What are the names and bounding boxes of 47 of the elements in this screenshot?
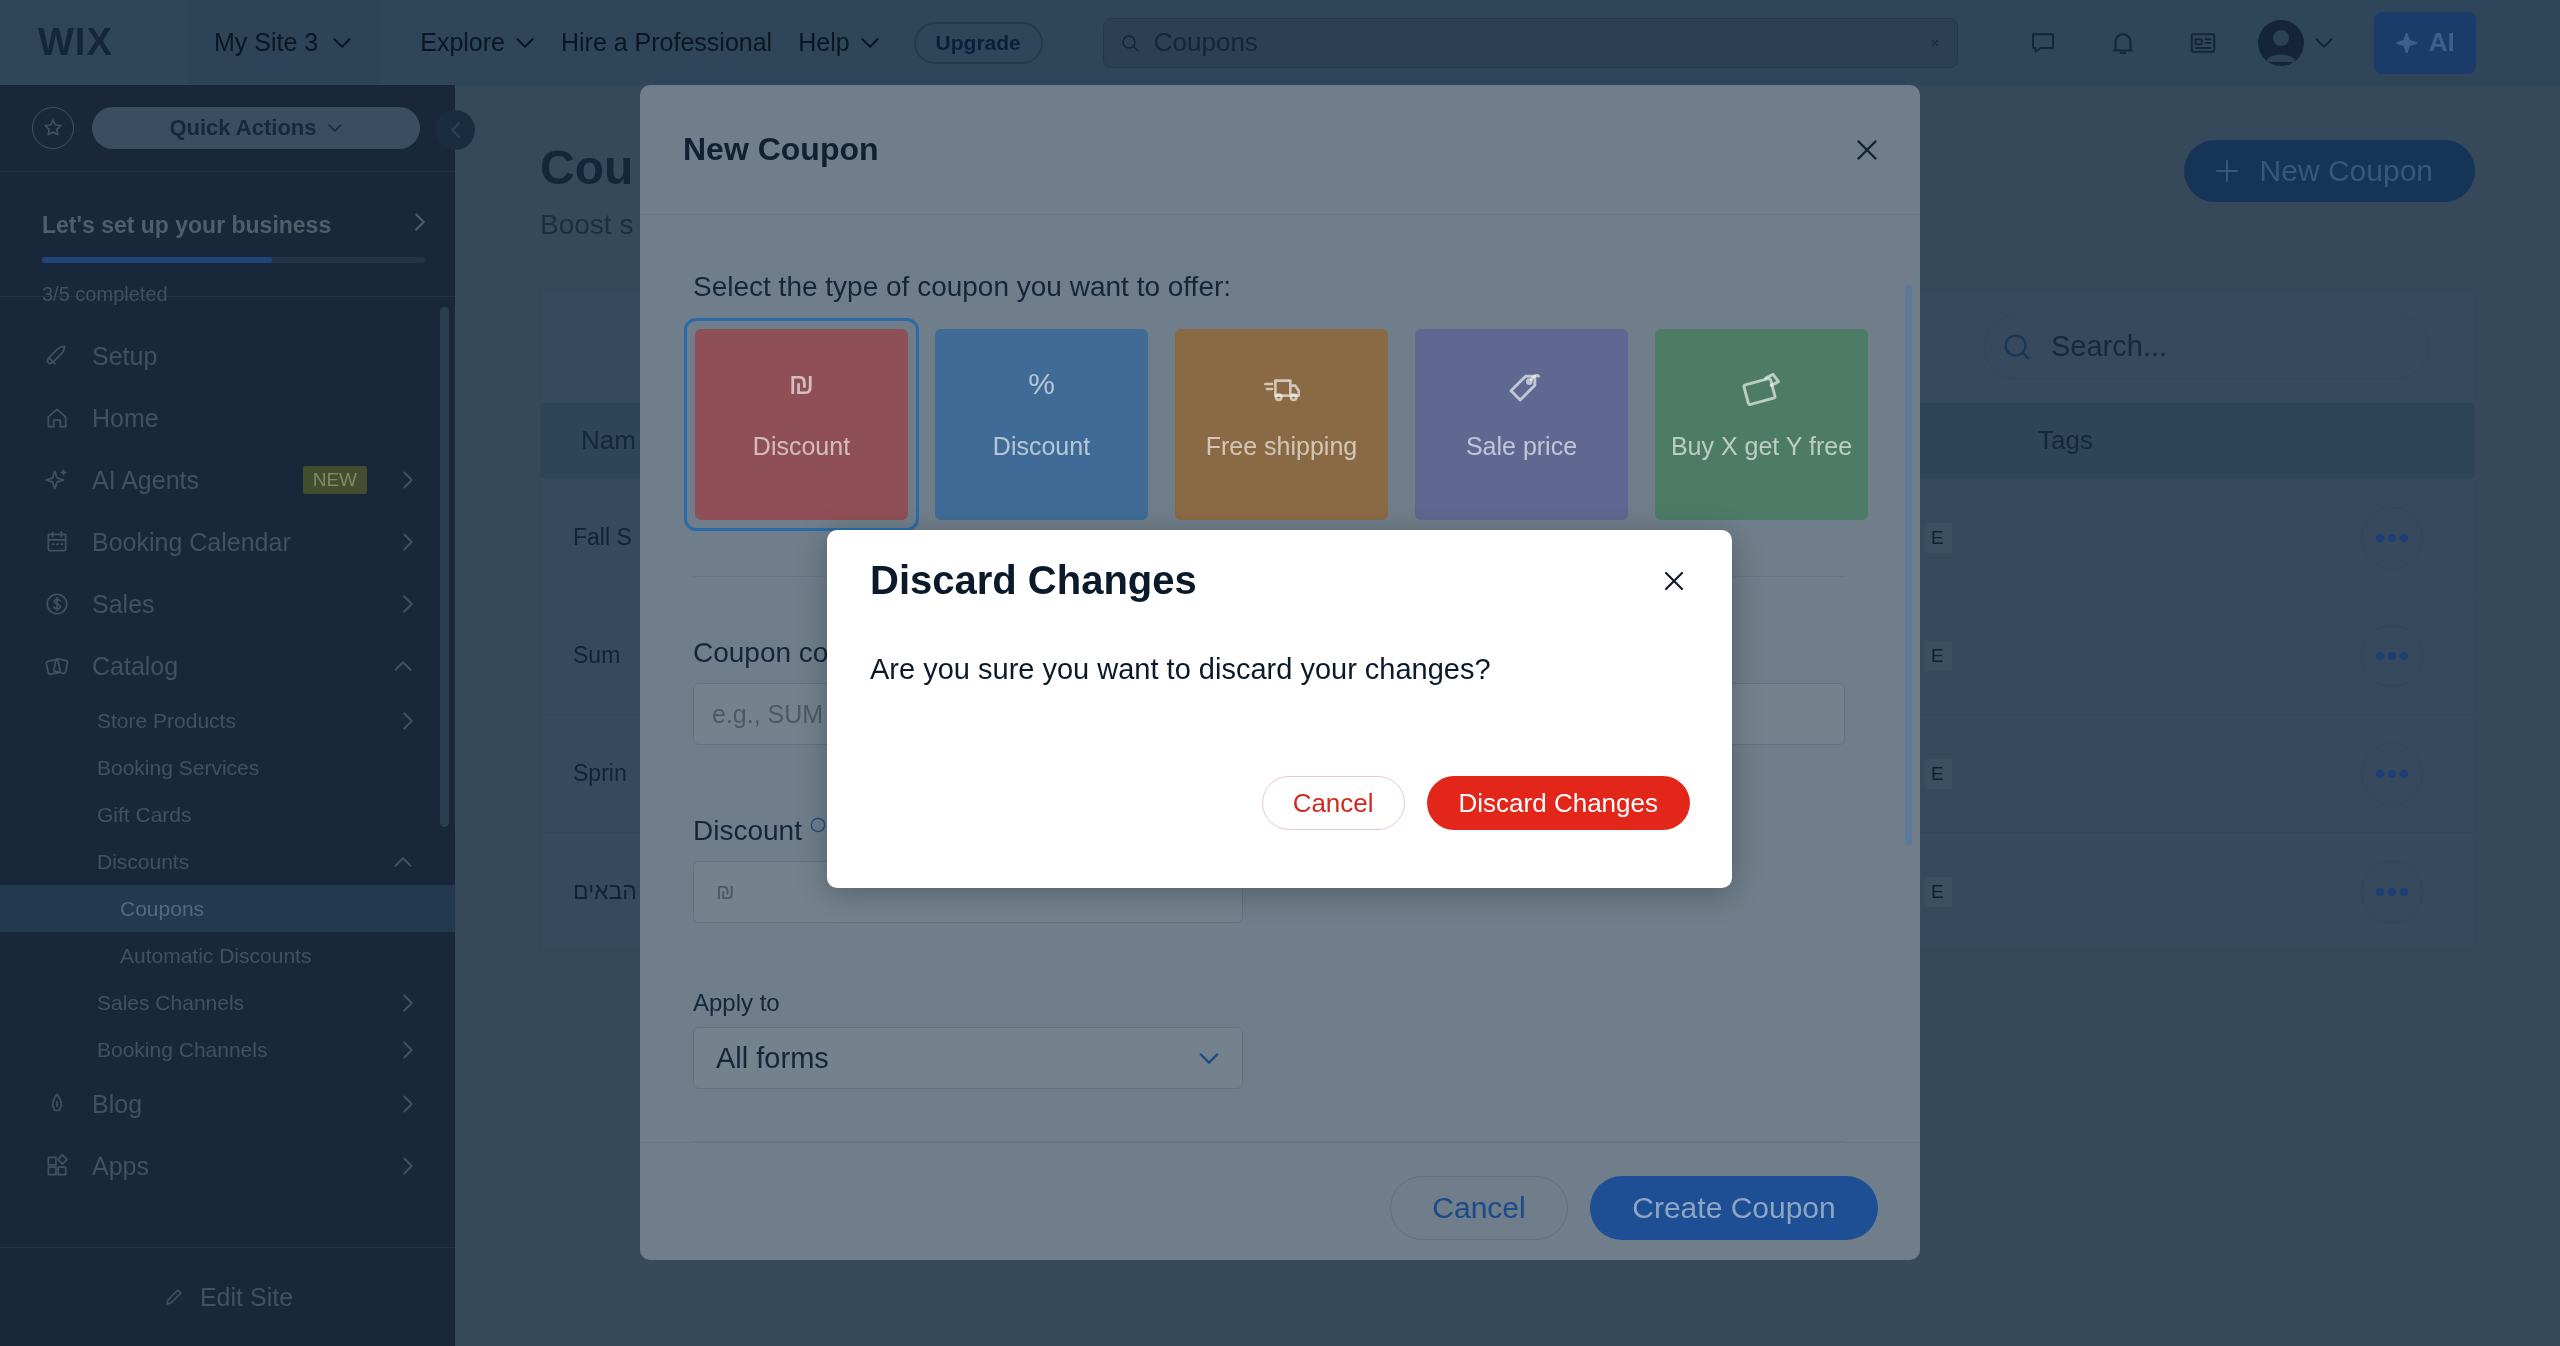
calendar-icon (44, 529, 70, 555)
new-badge: NEW (302, 466, 367, 494)
modal-title: New Coupon (683, 131, 879, 168)
more-icon (2376, 887, 2408, 896)
more-icon (2376, 533, 2408, 542)
chevron-right-icon (403, 532, 413, 552)
coupon-type-card: % Discount (935, 329, 1148, 520)
coupon-type-card: Free shipping (1175, 329, 1388, 520)
field-label: Apply to (693, 989, 780, 1017)
dollar-icon (44, 591, 70, 617)
chevron-right-icon (403, 710, 413, 731)
chevron-right-icon (403, 992, 413, 1013)
coupon-type-option[interactable]: % Discount (924, 318, 1159, 531)
more-icon (2376, 651, 2408, 660)
apply-to-dropdown[interactable]: All forms (693, 1027, 1243, 1089)
chevron-right-icon (403, 1094, 413, 1114)
chevron-down-icon (332, 37, 353, 48)
chevron-down-icon (859, 37, 880, 48)
coupon-type-card: Sale price (1415, 329, 1628, 520)
chevron-right-icon (403, 1156, 413, 1176)
chevron-down-icon (514, 37, 535, 48)
create-coupon-button[interactable]: Create Coupon (1590, 1176, 1878, 1240)
chevron-down-icon (1198, 1052, 1220, 1064)
coupon-type-option[interactable]: Buy X get Y free (1644, 318, 1879, 531)
chevron-down-icon (2313, 37, 2334, 48)
coupon-type-card: Buy X get Y free (1655, 329, 1868, 520)
chevron-right-icon (403, 594, 413, 614)
chevron-up-icon (393, 856, 413, 867)
chevron-right-icon (403, 1039, 413, 1060)
collapse-button[interactable] (435, 110, 475, 150)
cancel-button[interactable]: Cancel (1261, 776, 1405, 830)
field-label: Coupon co (693, 637, 829, 669)
more-icon (2376, 769, 2408, 778)
chevron-up-icon (393, 661, 413, 671)
chevron-right-icon (415, 212, 425, 232)
coupon-type-option[interactable]: Free shipping (1164, 318, 1399, 531)
dialog-message: Are you sure you want to discard your changes? (870, 653, 1492, 686)
field-label: Discount (693, 815, 802, 847)
apps-icon (44, 1153, 70, 1179)
chevron-down-icon (326, 124, 343, 132)
prompt-text: Select the type of coupon you want to offer: (693, 271, 1233, 303)
coupon-type-card: ₪ Discount (695, 329, 908, 520)
chevron-right-icon (403, 470, 413, 490)
discard-changes-button[interactable]: Discard Changes (1426, 776, 1690, 830)
coupon-type-option[interactable]: ₪ Discount (684, 318, 919, 531)
dialog-title: Discard Changes (870, 558, 1197, 603)
coupon-type-option[interactable]: Sale price (1404, 318, 1639, 531)
